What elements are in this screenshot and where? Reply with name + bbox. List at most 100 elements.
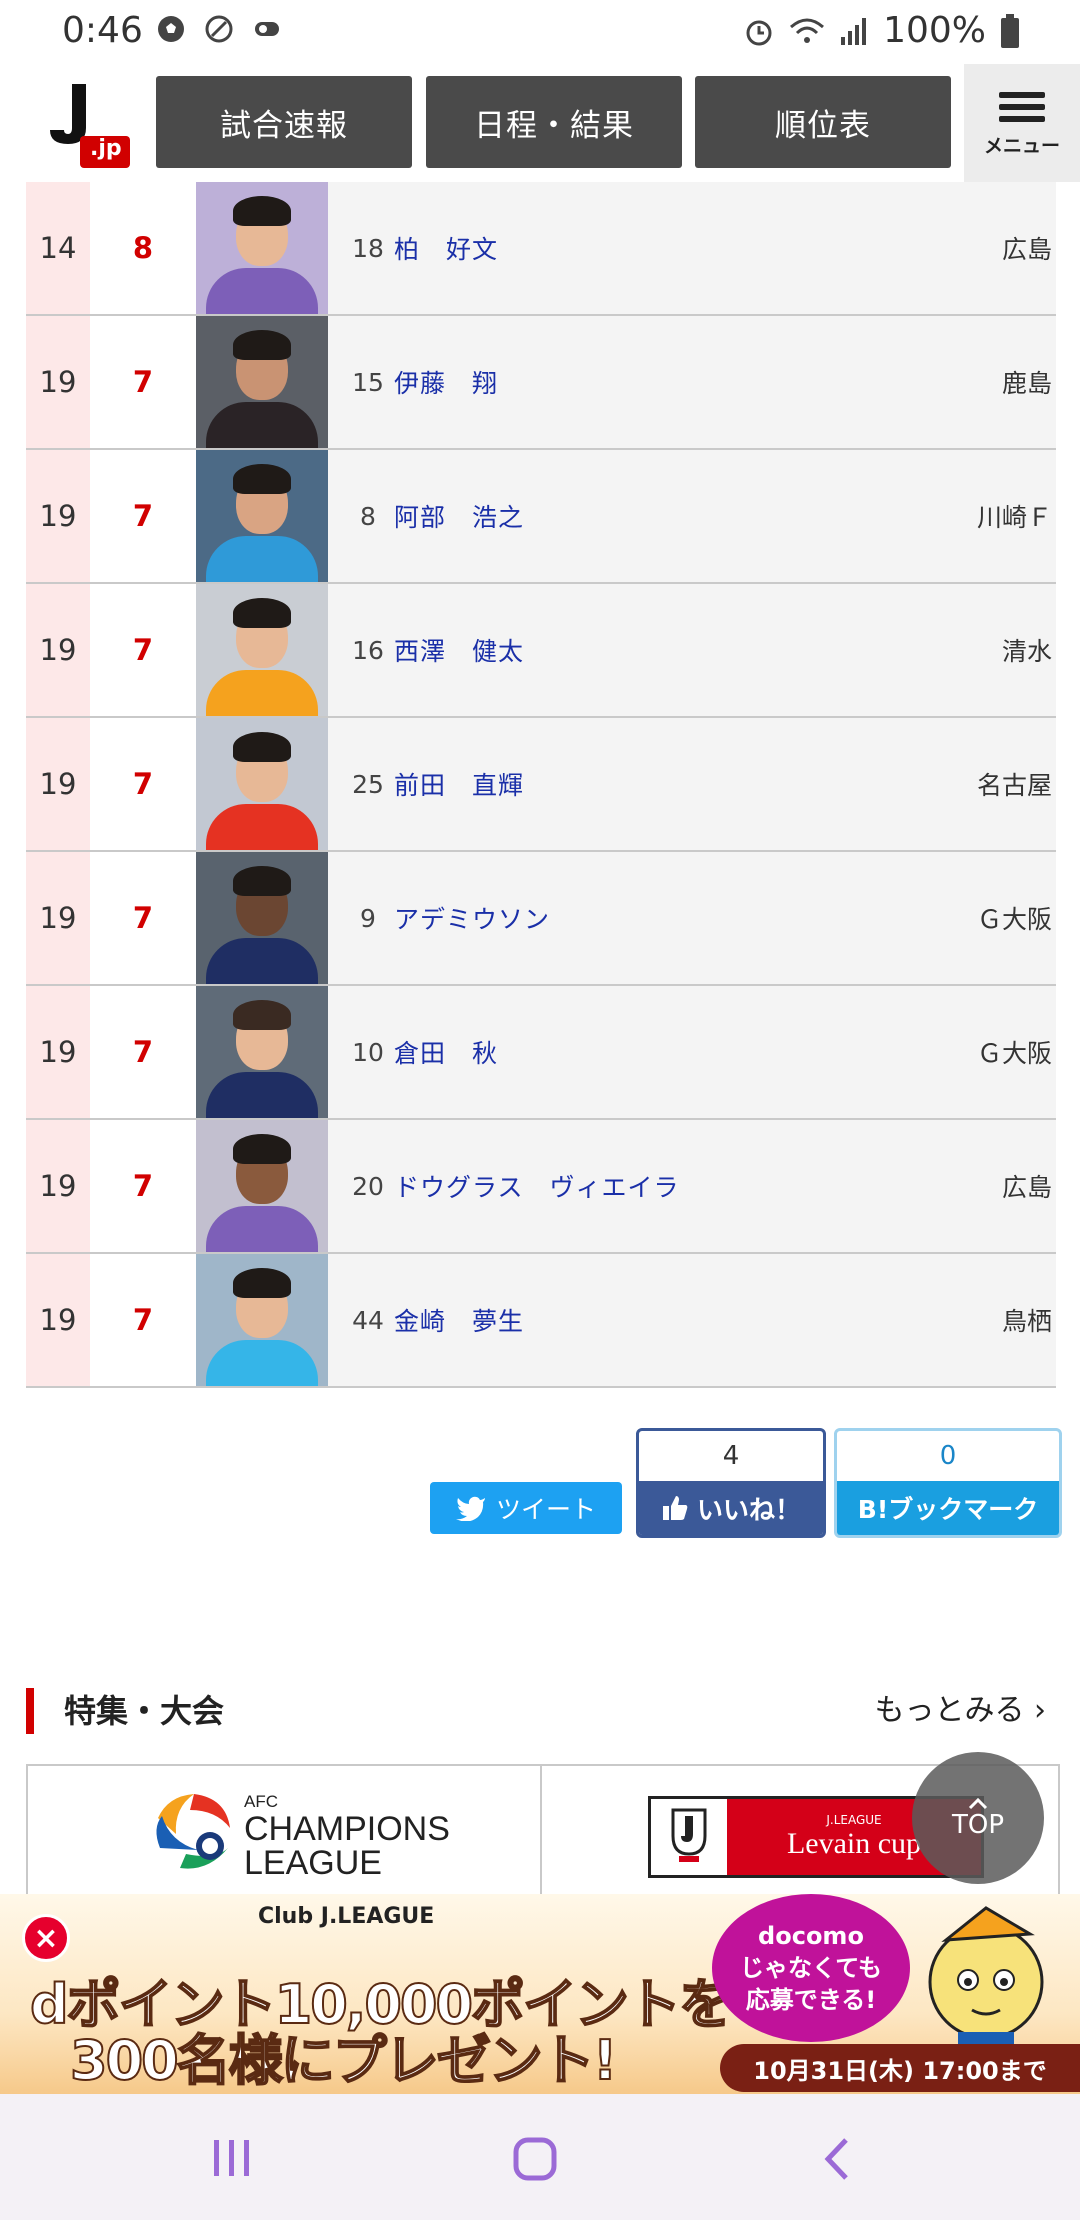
club-name: 清水 <box>1001 637 1052 666</box>
player-name-link[interactable]: アデミウソン <box>394 852 550 984</box>
player-photo[interactable] <box>196 1254 328 1386</box>
acl-text-champions: CHAMPIONS <box>244 1810 450 1848</box>
back-icon[interactable] <box>822 2136 852 2182</box>
ad-bubble-line-1: docomo <box>758 1922 864 1950</box>
goals-cell: 7 <box>90 1120 196 1252</box>
acl-logo-icon <box>156 1794 230 1869</box>
like-widget[interactable]: 4 いいね！ <box>636 1428 826 1538</box>
player-photo[interactable] <box>196 852 328 984</box>
player-photo[interactable] <box>196 1120 328 1252</box>
club-name: 川崎Ｆ <box>976 503 1052 532</box>
player-photo[interactable] <box>196 718 328 850</box>
menu-button[interactable]: メニュー <box>964 64 1080 182</box>
uniform-number: 9 <box>360 903 376 933</box>
feature-grid: AFC CHAMPIONS LEAGUE J.LEAGUE Levain cup <box>26 1764 1060 1896</box>
recent-apps-icon[interactable] <box>210 2138 254 2178</box>
status-time: 0:46 <box>62 10 143 51</box>
uniform-number: 18 <box>352 233 384 263</box>
acl-text-league: LEAGUE <box>244 1844 382 1882</box>
ad-banner[interactable]: × Club J.LEAGUE dポイント10,000ポイントを 300名様にプ… <box>0 1894 1080 2094</box>
close-ad-button[interactable]: × <box>22 1914 70 1962</box>
goals-cell: 7 <box>90 852 196 984</box>
section-title: 特集・大会 <box>64 1692 225 1730</box>
ad-deadline: 10月31日(木) 17:00まで <box>720 2044 1080 2092</box>
uniform-number: 15 <box>352 367 384 397</box>
levain-title: Levain cup <box>786 1827 922 1860</box>
levain-small-text: J.LEAGUE <box>826 1813 882 1827</box>
goals-cell: 7 <box>90 986 196 1118</box>
hatena-bookmark-widget[interactable]: 0 B!ブックマーク <box>834 1428 1062 1538</box>
player-photo[interactable] <box>196 316 328 448</box>
player-name-link[interactable]: 前田 直輝 <box>394 718 524 850</box>
like-count: 4 <box>722 1441 740 1471</box>
home-icon[interactable] <box>512 2136 558 2182</box>
acl-banner[interactable]: AFC CHAMPIONS LEAGUE <box>146 1788 450 1880</box>
ad-headline-2: 300名様にプレゼント! <box>69 2028 618 2093</box>
acl-text-afc: AFC <box>244 1792 278 1811</box>
nav-schedule-results[interactable]: 日程・結果 <box>426 76 682 168</box>
table-row: 19 7 25 前田 直輝 名古屋 <box>26 718 1056 852</box>
close-icon: × <box>33 1920 59 1956</box>
table-row: 19 7 9 アデミウソン Ｇ大阪 <box>26 852 1056 986</box>
status-right: 100% <box>743 10 1020 51</box>
rank-cell: 19 <box>26 718 90 850</box>
soccer-ball-icon <box>158 16 184 42</box>
ad-brand: Club J.LEAGUE <box>258 1904 435 1929</box>
wifi-icon <box>790 18 825 43</box>
see-more-link[interactable]: もっとみる › <box>874 1688 1046 1734</box>
nav-standings[interactable]: 順位表 <box>695 76 951 168</box>
player-name-link[interactable]: 西澤 健太 <box>394 584 524 716</box>
tweet-button[interactable]: ツイート <box>430 1482 622 1534</box>
levain-trophy-icon <box>671 1808 707 1862</box>
logo-text: .jp <box>90 136 122 161</box>
table-row: 19 7 10 倉田 秋 Ｇ大阪 <box>26 986 1056 1120</box>
player-photo[interactable] <box>196 182 328 314</box>
nav-match-live[interactable]: 試合速報 <box>156 76 412 168</box>
ad-bubble-line-2: じゃなくても <box>739 1954 883 1982</box>
chevron-up-icon <box>968 1797 988 1810</box>
club-name: 名古屋 <box>976 771 1052 800</box>
goals-cell: 7 <box>90 584 196 716</box>
app-notification-icon <box>255 22 279 36</box>
club-name: 鹿島 <box>1001 369 1052 398</box>
goals-cell: 7 <box>90 718 196 850</box>
club-name: 広島 <box>1001 1173 1052 1202</box>
like-button[interactable]: いいね！ <box>639 1481 823 1535</box>
rank-cell: 19 <box>26 1120 90 1252</box>
battery-percent: 100% <box>883 10 986 51</box>
table-row: 19 7 44 金崎 夢生 鳥栖 <box>26 1254 1056 1388</box>
tweet-label: ツイート <box>495 1495 596 1524</box>
player-name-link[interactable]: 柏 好文 <box>394 182 498 314</box>
table-row: 19 7 20 ドウグラス ヴィエイラ 広島 <box>26 1120 1056 1254</box>
player-name-link[interactable]: 阿部 浩之 <box>394 450 524 582</box>
uniform-number: 25 <box>352 769 384 799</box>
jleague-logo[interactable]: .jp <box>44 78 134 170</box>
club-name: Ｇ大阪 <box>976 1039 1052 1068</box>
player-name-link[interactable]: 金崎 夢生 <box>394 1254 524 1386</box>
rank-cell: 19 <box>26 450 90 582</box>
club-name: 広島 <box>1001 235 1052 264</box>
alarm-icon <box>746 20 772 45</box>
player-photo[interactable] <box>196 450 328 582</box>
club-name: 鳥栖 <box>1001 1307 1052 1336</box>
status-bar: 0:46 100% <box>0 0 1080 64</box>
twitter-bird-icon <box>455 1496 485 1521</box>
player-name-link[interactable]: ドウグラス ヴィエイラ <box>394 1120 680 1252</box>
bookmark-button[interactable]: B!ブックマーク <box>837 1481 1059 1535</box>
hamburger-icon <box>999 91 1045 98</box>
ad-bubble: docomo じゃなくても 応募できる! <box>712 1894 910 2042</box>
player-photo[interactable] <box>196 986 328 1118</box>
player-photo[interactable] <box>196 584 328 716</box>
player-name-link[interactable]: 倉田 秋 <box>394 986 498 1118</box>
rank-cell: 19 <box>26 584 90 716</box>
table-row: 19 7 16 西澤 健太 清水 <box>26 584 1056 718</box>
notification-icon <box>205 15 233 43</box>
rank-cell: 19 <box>26 316 90 448</box>
rank-cell: 19 <box>26 986 90 1118</box>
player-name-link[interactable]: 伊藤 翔 <box>394 316 498 448</box>
goals-cell: 7 <box>90 316 196 448</box>
rank-cell: 19 <box>26 852 90 984</box>
scroll-to-top-button[interactable]: TOP <box>912 1752 1044 1884</box>
scorer-ranking-table: 14 8 18 柏 好文 広島 19 7 15 伊藤 翔 鹿島 19 7 8 阿… <box>26 182 1056 1388</box>
table-row: 19 7 8 阿部 浩之 川崎Ｆ <box>26 450 1056 584</box>
